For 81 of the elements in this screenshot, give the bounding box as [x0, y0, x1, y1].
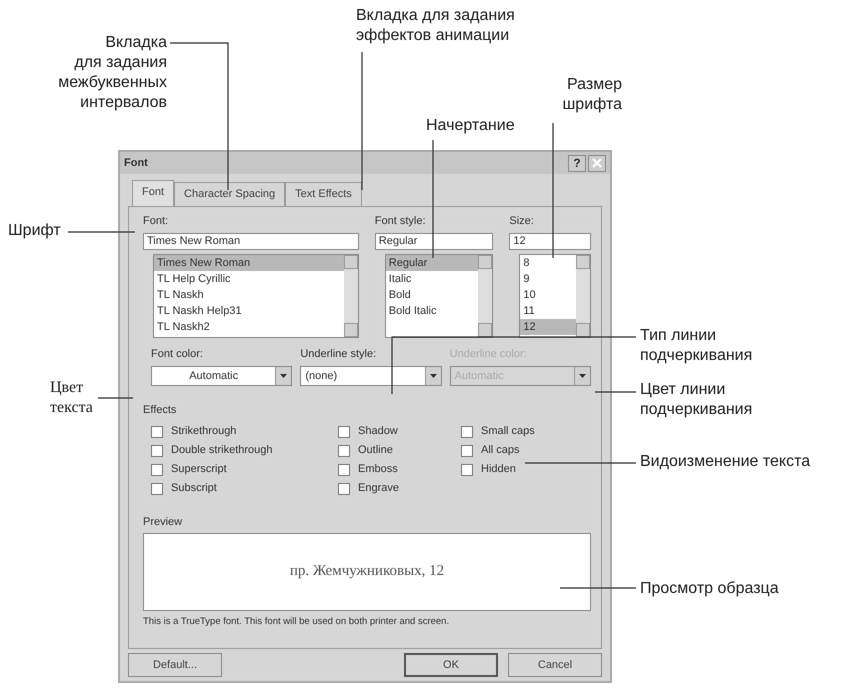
window-title: Font — [124, 156, 149, 171]
checkbox[interactable] — [461, 464, 473, 476]
checkbox[interactable] — [461, 444, 473, 456]
checkbox[interactable] — [151, 464, 163, 476]
list-item[interactable]: TL Naskh Help31 — [154, 303, 344, 319]
list-item[interactable]: 8 — [520, 255, 576, 271]
checkbox-label: Emboss — [358, 462, 398, 478]
dialog-button[interactable]: Default... — [128, 653, 222, 677]
caret-icon — [280, 374, 288, 378]
field-label: Size: — [509, 214, 535, 228]
list-item[interactable]: TL Naskh — [154, 287, 344, 303]
list-item[interactable]: 9 — [520, 271, 576, 287]
checkbox[interactable] — [338, 482, 350, 494]
field-label: Font color: — [151, 347, 204, 362]
callout-label: Размер шрифта — [561, 75, 622, 115]
checkbox-label: Strikethrough — [171, 424, 236, 440]
callout-label: Начертание — [426, 116, 516, 136]
checkbox-label: Hidden — [481, 462, 516, 478]
checkbox[interactable] — [338, 444, 350, 456]
field-label: Font: — [143, 214, 170, 228]
checkbox-label: Small caps — [481, 424, 535, 440]
caret-icon — [430, 374, 437, 378]
list-item[interactable]: Bold — [386, 287, 478, 303]
scroll-down-button[interactable] — [478, 323, 492, 337]
dialog-button[interactable]: Cancel — [508, 653, 602, 677]
scroll-down-button[interactable] — [576, 323, 590, 337]
close-button[interactable] — [588, 154, 606, 172]
dropdown[interactable]: Automatic — [151, 366, 292, 386]
field-label: Font style: — [374, 214, 427, 228]
checkbox[interactable] — [151, 482, 163, 494]
list-item[interactable]: Italic — [386, 271, 478, 287]
section-label: Effects — [143, 402, 178, 418]
checkbox[interactable] — [338, 464, 350, 476]
list-item[interactable]: 10 — [520, 287, 576, 303]
list-item[interactable]: Times New Roman — [154, 255, 344, 271]
checkbox[interactable] — [151, 426, 163, 438]
checkbox-label: Outline — [358, 443, 393, 458]
callout-label: Видоизменение текста — [640, 452, 812, 472]
checkbox-label: All caps — [481, 443, 520, 458]
tab[interactable]: Character Spacing — [174, 182, 286, 206]
list-item[interactable]: TL Help Cyrillic — [154, 271, 344, 287]
callout-label: Тип линии подчеркивания — [640, 326, 754, 366]
field-label: Underline style: — [300, 347, 378, 362]
checkbox-label: Shadow — [358, 424, 398, 440]
text-field[interactable]: Times New Roman — [143, 233, 359, 250]
list-item[interactable]: 11 — [520, 303, 576, 319]
callout-label: Вкладка для задания эффектов анимации — [356, 6, 516, 46]
list-item[interactable]: TL Naskh2 — [154, 319, 344, 335]
list-item[interactable]: Regular — [386, 255, 478, 271]
checkbox-label: Subscript — [171, 481, 217, 496]
tab[interactable]: Font — [132, 180, 174, 206]
callout-label: Шрифт — [8, 221, 62, 241]
checkbox[interactable] — [338, 426, 350, 438]
list-item[interactable]: Bold Italic — [386, 303, 478, 319]
text-field[interactable]: 12 — [509, 233, 591, 250]
checkbox[interactable] — [151, 444, 163, 456]
scroll-up-button[interactable] — [478, 255, 492, 269]
list-box[interactable]: Times New Roman TL Help Cyrillic TL Naskh TL Naskh Help31 TL Naskh2 — [153, 254, 359, 338]
callout-label: Просмотр образца — [640, 579, 780, 599]
checkbox-label: Engrave — [358, 481, 399, 496]
checkbox-label: Double strikethrough — [171, 443, 273, 458]
list-item[interactable]: 12 — [520, 319, 576, 335]
tab[interactable]: Text Effects — [285, 182, 362, 206]
caret-icon — [578, 374, 586, 378]
callout-label: Цвет линии подчеркивания — [640, 380, 754, 420]
callout-label: Цвет текста — [50, 378, 94, 418]
text-field[interactable]: Regular — [374, 233, 494, 250]
section-label: Preview — [143, 515, 184, 530]
leader-line — [68, 231, 135, 233]
checkbox[interactable] — [461, 426, 473, 438]
preview-text: пр. Жемчужниковых, 12 — [290, 562, 444, 582]
dropdown[interactable]: (none) — [300, 366, 442, 386]
dialog-button[interactable]: OK — [404, 653, 498, 677]
list-box[interactable]: Regular Italic Bold Bold Italic — [384, 254, 494, 338]
checkbox-label: Superscript — [171, 462, 227, 478]
list-box[interactable]: 8 9 10 11 12 — [519, 254, 591, 338]
leader-line — [98, 397, 133, 399]
callout-label: Вкладка для задания межбуквенных интервалов — [57, 33, 167, 113]
info-text: This is a TrueType font. This font will be used on both printer and screen. — [143, 614, 450, 628]
close-icon — [592, 158, 602, 168]
help-button[interactable]: ? — [568, 154, 586, 172]
